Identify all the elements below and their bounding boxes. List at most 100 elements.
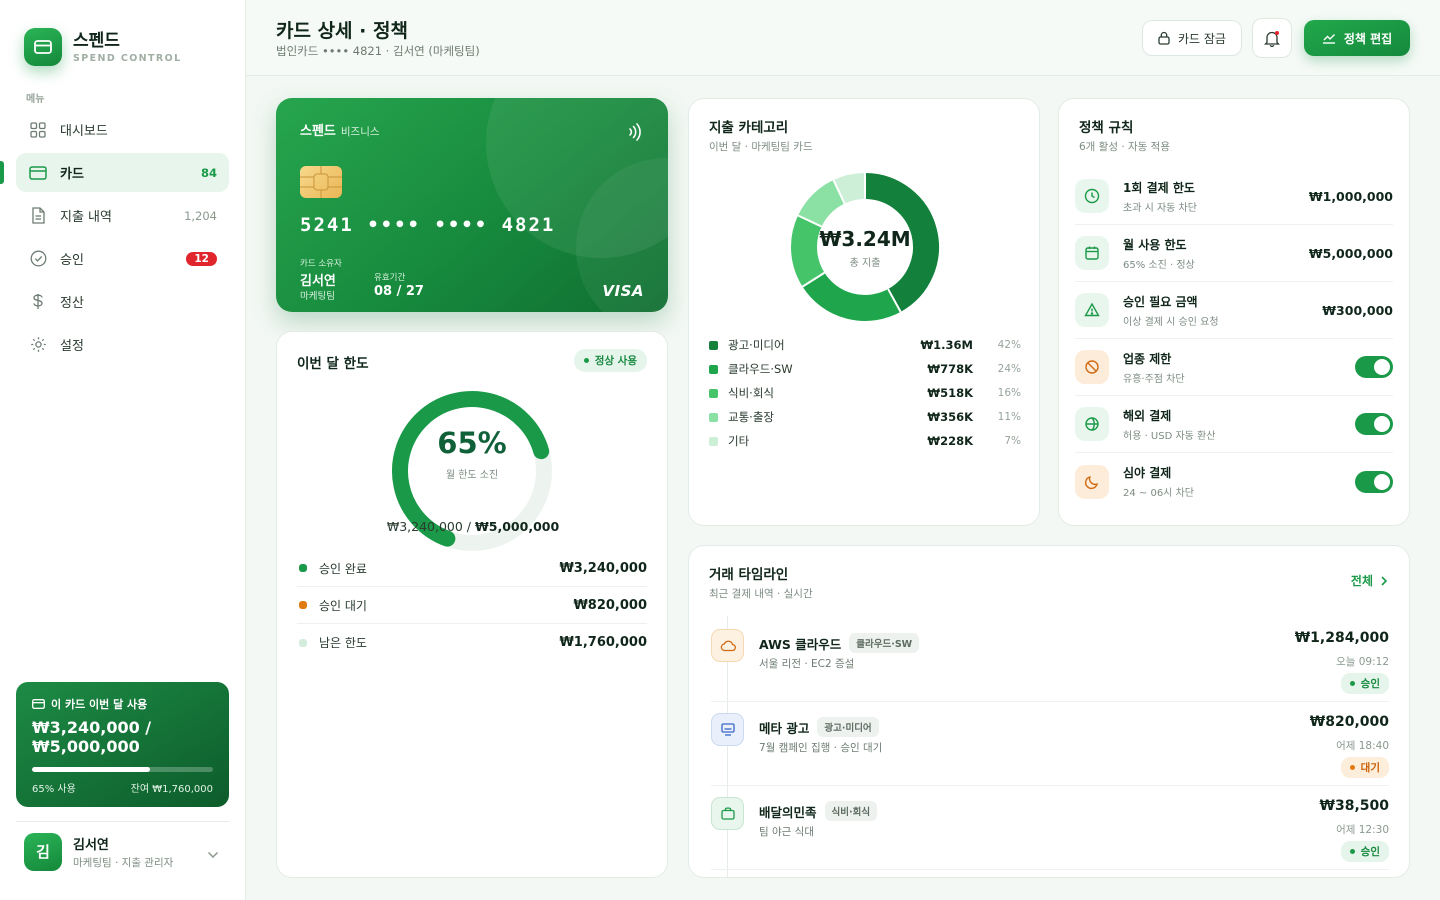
- ban-icon: [1075, 350, 1109, 384]
- rule-merchant-restriction[interactable]: 업종 제한 유흥·주점 차단: [1075, 339, 1393, 396]
- sidebar: 스펜드 SPEND CONTROL 메뉴 대시보드 카드 84 지출 내역 1,…: [0, 0, 246, 900]
- limit-title: 이번 달 한도: [297, 356, 369, 372]
- category-amount: ₩518K: [927, 386, 973, 400]
- page-subtitle: 법인카드 •••• 4821 · 김서연 (마케팅팀): [276, 44, 480, 58]
- rule-name: 월 사용 한도: [1123, 237, 1187, 252]
- globe-icon: [1075, 407, 1109, 441]
- limit-row-label: 승인 대기: [319, 598, 367, 613]
- card-holder-team: 마케팅팀: [300, 291, 335, 302]
- credit-card-visual[interactable]: 스펜드 비즈니스 5241 •••• •••• 4821 카드 소유자 김서연 마…: [276, 98, 668, 312]
- rule-overseas-payment[interactable]: 해외 결제 허용 · USD 자동 환산: [1075, 396, 1393, 453]
- list-item: 승인 완료 ₩3,240,000: [297, 550, 647, 587]
- timeline-subtitle: 최근 결제 내역 · 실시간: [709, 588, 813, 600]
- limit-percent: 65%: [437, 426, 507, 460]
- list-item[interactable]: 교통·출장 ₩356K 11%: [709, 405, 1021, 429]
- card-network-logo: VISA: [602, 282, 644, 300]
- edit-policy-label: 정책 편집: [1343, 31, 1393, 46]
- gear-icon: [29, 336, 47, 354]
- card-holder-label: 카드 소유자: [300, 259, 342, 269]
- usage-progress-fill: [32, 767, 150, 772]
- table-row[interactable]: 배달의민족 식비·회식 팀 야근 식대 ₩38,500 어제 12:30 승인: [711, 786, 1389, 870]
- usage-summary-card: 이 카드 이번 달 사용 ₩3,240,000 / ₩5,000,000 65%…: [16, 682, 229, 807]
- chevron-right-icon: [1381, 575, 1387, 586]
- late-night-payment-toggle[interactable]: [1355, 470, 1393, 493]
- rule-value: ₩1,000,000: [1308, 188, 1393, 204]
- edit-policy-button[interactable]: 정책 편집: [1304, 20, 1410, 56]
- category-amount: ₩228K: [927, 434, 973, 448]
- donut-slice-3[interactable]: [798, 180, 846, 228]
- usage-percent-label: 65% 사용: [32, 784, 76, 795]
- grid-icon: [29, 121, 47, 139]
- merchant-name: 메타 광고: [759, 720, 810, 736]
- sidebar-item-label: 설정: [60, 339, 84, 354]
- table-row[interactable]: 메타 광고 광고·미디어 7월 캠페인 집행 · 승인 대기 ₩820,000 어…: [711, 702, 1389, 786]
- table-row[interactable]: AWS 클라우드 클라우드·SW 서울 리전 · EC2 증설 ₩1,284,00…: [711, 618, 1389, 702]
- limit-row-amount: ₩3,240,000: [559, 560, 647, 576]
- sidebar-item-settlement[interactable]: 정산: [16, 282, 229, 321]
- rule-name: 심야 결제: [1123, 466, 1172, 480]
- card-brand: 스펜드: [300, 124, 336, 139]
- rule-desc: 허용 · USD 자동 환산: [1123, 430, 1216, 442]
- chevron-down-icon[interactable]: [207, 844, 219, 863]
- usage-amount-used: ₩3,240,000 /: [32, 718, 152, 737]
- status-label: 대기: [1360, 762, 1380, 774]
- list-item[interactable]: 클라우드·SW ₩778K 24%: [709, 357, 1021, 381]
- category-label: 식비·회식: [728, 386, 774, 400]
- transaction-amount: ₩38,500: [1319, 798, 1389, 814]
- list-item[interactable]: 식비·회식 ₩518K 16%: [709, 381, 1021, 405]
- sidebar-item-expenses[interactable]: 지출 내역 1,204: [16, 196, 229, 235]
- status-badge: 승인: [1340, 841, 1389, 862]
- category-label: 광고·미디어: [728, 338, 785, 352]
- rule-name: 업종 제한: [1123, 351, 1172, 366]
- donut-slice-4[interactable]: [833, 173, 866, 204]
- category-total: ₩3.24M: [819, 227, 911, 251]
- policy-title: 정책 규칙: [1079, 120, 1134, 136]
- category-legend: 광고·미디어 ₩1.36M 42% 클라우드·SW ₩778K 24% 식비·회식 ₩51…: [709, 333, 1021, 453]
- sidebar-item-settings[interactable]: 설정: [16, 325, 229, 364]
- lock-icon: [1158, 31, 1170, 45]
- rule-monthly-limit[interactable]: 월 사용 한도 65% 소진 · 정상 ₩5,000,000: [1075, 225, 1393, 282]
- limit-amounts: ₩3,240,000 / ₩5,000,000: [277, 519, 669, 534]
- status-badge: 정상 사용: [573, 349, 647, 372]
- check-circle-icon: [29, 250, 47, 268]
- overseas-payment-toggle[interactable]: [1355, 413, 1393, 435]
- rule-approval-threshold[interactable]: 승인 필요 금액 이상 결제 시 승인 요청 ₩300,000: [1075, 282, 1393, 339]
- card-chip-icon: [300, 166, 342, 198]
- cloud-icon: [711, 629, 744, 662]
- usage-amount-total: ₩5,000,000: [32, 737, 140, 756]
- limit-breakdown: 승인 완료 ₩3,240,000 승인 대기 ₩820,000 남은 한도 ₩1,76…: [297, 550, 647, 661]
- notifications-button[interactable]: [1252, 18, 1292, 58]
- transaction-amount: ₩1,284,000: [1294, 630, 1389, 646]
- limit-total: ₩5,000,000: [475, 519, 560, 534]
- donut-slice-1[interactable]: [802, 272, 901, 321]
- status-label: 승인: [1360, 846, 1380, 858]
- page-header: 카드 상세 · 정책 법인카드 •••• 4821 · 김서연 (마케팅팀) 카…: [246, 0, 1440, 76]
- moon-icon: [1075, 464, 1109, 499]
- lock-card-button[interactable]: 카드 잠금: [1142, 20, 1242, 56]
- warning-icon: [1075, 293, 1109, 327]
- status-badge: 대기: [1340, 757, 1389, 778]
- brand[interactable]: 스펜드 SPEND CONTROL: [24, 28, 182, 66]
- bell-icon: [1264, 30, 1280, 47]
- card-holder-name: 김서연: [300, 274, 336, 289]
- merchant-restriction-toggle[interactable]: [1355, 356, 1393, 378]
- spend-category-panel: 지출 카테고리 이번 달 · 마케팅팀 카드 ₩3.24M 총 지출 광고·미디…: [688, 98, 1040, 526]
- rule-single-payment-limit[interactable]: 1회 결제 한도 초과 시 자동 차단 ₩1,000,000: [1075, 168, 1393, 225]
- brand-subtitle: SPEND CONTROL: [73, 52, 182, 64]
- list-item[interactable]: 기타 ₩228K 7%: [709, 429, 1021, 453]
- rule-late-night-payment[interactable]: 심야 결제 24 ~ 06시 차단: [1075, 453, 1393, 510]
- brand-logo-icon: [24, 28, 62, 66]
- limit-separator: /: [466, 519, 472, 534]
- user-profile[interactable]: 김 김서연 마케팅팀 · 지출 관리자: [16, 821, 229, 881]
- category-label: 클라우드·SW: [728, 362, 793, 376]
- sidebar-item-dashboard[interactable]: 대시보드: [16, 110, 229, 149]
- transaction-time: 오늘 09:12: [1336, 656, 1389, 668]
- view-all-link[interactable]: 전체: [1351, 572, 1387, 589]
- transaction-time: 어제 18:40: [1336, 740, 1389, 752]
- merchant-name: AWS 클라우드: [759, 636, 842, 652]
- sidebar-item-cards[interactable]: 카드 84: [0, 153, 229, 192]
- bag-icon: [711, 797, 744, 830]
- category-percent: 42%: [997, 339, 1021, 351]
- sidebar-item-approvals[interactable]: 승인 12: [16, 239, 229, 278]
- list-item[interactable]: 광고·미디어 ₩1.36M 42%: [709, 333, 1021, 357]
